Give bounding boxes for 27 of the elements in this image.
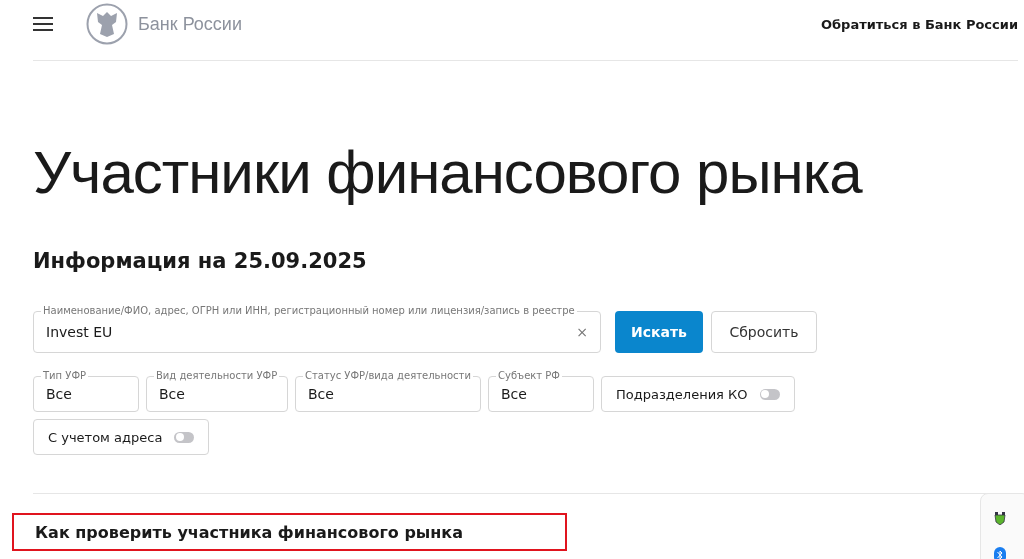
eagle-emblem-icon (86, 3, 128, 45)
toggle-label: Подразделения КО (616, 386, 748, 402)
filter-dropdown[interactable]: Субъект РФ Все (488, 370, 594, 412)
reset-button[interactable]: Сбросить (711, 311, 817, 353)
field-label: Вид деятельности УФР (154, 370, 280, 382)
bluetooth-icon[interactable] (994, 547, 1006, 559)
info-date-heading: Информация на 25.09.2025 (33, 248, 368, 275)
field-label: Тип УФР (41, 370, 89, 382)
page-title: Участники финансового рынка (33, 138, 864, 208)
toggle-label: С учетом адреса (48, 429, 163, 445)
search-field[interactable]: Наименование/ФИО, адрес, ОГРН или ИНН, регистрационный номер или лицензия/запись в реестре Invest EU × (33, 305, 601, 353)
field-label: Наименование/ФИО, адрес, ОГРН или ИНН, регистрационный номер или лицензия/запись в реестре (41, 305, 577, 317)
section-heading[interactable]: Как проверить участника финансового рынка (12, 513, 567, 551)
field-label: Статус УФР/вида деятельности (303, 370, 473, 382)
filter-dropdown[interactable]: Вид деятельности УФР Все (146, 370, 288, 412)
contact-link[interactable]: Обратиться в Банк России (820, 16, 1018, 32)
toggle-switch[interactable] (759, 388, 780, 400)
field-label: Субъект РФ (496, 370, 562, 382)
toggle-option[interactable]: С учетом адреса (33, 419, 210, 455)
bug-icon[interactable] (994, 512, 1006, 525)
clear-button[interactable]: × (576, 324, 588, 340)
filter-dropdown[interactable]: Статус УФР/вида деятельности Все (295, 370, 481, 412)
filter-dropdown[interactable]: Тип УФР Все (33, 370, 139, 412)
toggle-option[interactable]: Подразделения КО (601, 376, 795, 412)
toggle-switch[interactable] (174, 431, 195, 443)
search-button[interactable]: Искать (615, 311, 703, 353)
menu-icon[interactable] (33, 17, 53, 31)
